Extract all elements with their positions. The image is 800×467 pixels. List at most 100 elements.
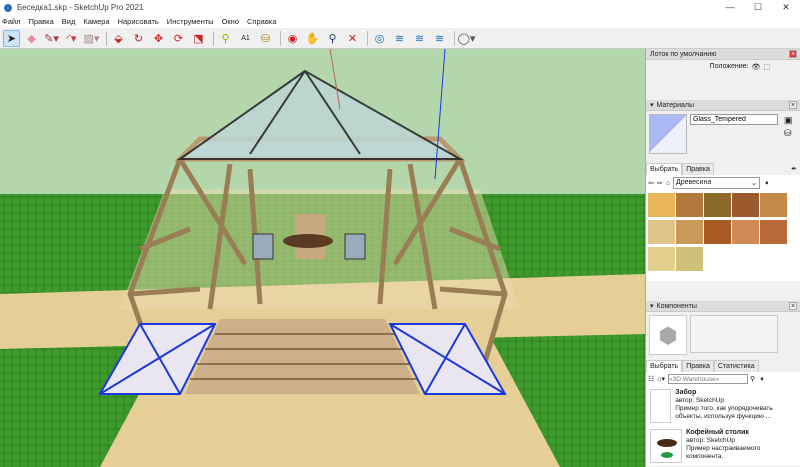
rotate-tool-icon[interactable]: ⟳	[170, 30, 187, 47]
stairs	[185, 319, 420, 394]
pan-tool-icon[interactable]: ✋	[304, 30, 321, 47]
toolbar-divider	[213, 30, 214, 46]
create-material-icon[interactable]: ▣	[784, 114, 793, 127]
extension-warehouse-icon[interactable]: ≋	[391, 30, 408, 47]
menu-help[interactable]: Справка	[247, 17, 276, 26]
material-name-input[interactable]	[690, 114, 778, 125]
materials-header[interactable]: ▾ Материалы ×	[646, 100, 800, 111]
material-swatch[interactable]	[704, 220, 731, 244]
material-swatch[interactable]	[648, 247, 675, 271]
orbit-tool-icon[interactable]: ◉	[284, 30, 301, 47]
push-pull-tool-icon[interactable]: ⬙	[110, 30, 127, 47]
material-swatch[interactable]	[760, 193, 787, 217]
components-close-button[interactable]: ×	[789, 302, 797, 310]
view-options-icon[interactable]: ☷	[648, 375, 654, 383]
components-tabs: Выбрать Правка Статистика	[646, 360, 800, 372]
tray-title: Лоток по умолчанию	[650, 50, 717, 58]
tray-close-button[interactable]: ×	[789, 50, 797, 58]
material-swatch[interactable]	[704, 193, 731, 217]
scale-tool-icon[interactable]: ⬔	[190, 30, 207, 47]
toolbar-divider	[454, 30, 455, 46]
tab-components-statistics[interactable]: Статистика	[713, 360, 759, 372]
warehouse-search-input[interactable]	[668, 374, 749, 384]
home-icon[interactable]: ⌂▾	[657, 375, 665, 383]
paint-icon[interactable]: ⛁	[784, 127, 793, 140]
component-desc: Пример того, как упорядочивать объекты, …	[675, 405, 773, 420]
tray-position-row: Положение: 👁 ⬚	[646, 60, 800, 100]
account-icon[interactable]: ◯▾	[458, 30, 476, 47]
default-tray: Лоток по умолчанию × Положение: 👁 ⬚ ▾ Мат…	[645, 49, 800, 467]
component-cubes-icon: ⬢	[649, 315, 687, 355]
materials-nav: ⇦ ⇨ ⌂ Древесина ⌄ ➧	[646, 175, 800, 191]
material-swatch[interactable]	[676, 193, 703, 217]
close-button[interactable]: ✕	[772, 2, 800, 13]
paint-bucket-tool-icon[interactable]: ⛁	[257, 30, 274, 47]
extension-manager-icon[interactable]: ≋	[431, 30, 448, 47]
coffee-table-thumbnail	[650, 429, 683, 463]
menu-bar: Файл Правка Вид Камера Нарисовать Инстру…	[0, 15, 800, 28]
maximize-button[interactable]: ☐	[744, 2, 772, 13]
component-list-item[interactable]: Кофейный столик автор: SketchUp Пример нас…	[646, 426, 800, 466]
minimize-button[interactable]: —	[716, 2, 744, 13]
eraser-tool-icon[interactable]: ◆	[23, 30, 40, 47]
forward-icon[interactable]: ⇨	[657, 179, 663, 187]
material-swatch[interactable]	[760, 220, 787, 244]
library-select[interactable]: Древесина ⌄	[672, 177, 760, 189]
home-icon[interactable]: ⌂	[666, 180, 670, 187]
material-swatch[interactable]	[648, 220, 675, 244]
menu-draw[interactable]: Нарисовать	[118, 17, 159, 26]
zoom-tool-icon[interactable]: ⚲	[324, 30, 341, 47]
arc-tool-icon[interactable]: ◜▾	[63, 30, 80, 47]
search-icon[interactable]: ⚲	[750, 375, 755, 383]
select-tool-icon[interactable]: ➤	[3, 29, 20, 47]
tab-materials-select[interactable]: Выбрать	[646, 163, 683, 175]
zoom-extents-tool-icon[interactable]: ✕	[344, 30, 361, 47]
toolbar: ➤ ◆ ✎▾ ◜▾ ▨▾ ⬙ ↻ ✥ ⟳ ⬔ ⚲ A1 ⛁ ◉ ✋ ⚲ ✕ ◎ …	[0, 28, 800, 49]
menu-tools[interactable]: Инструменты	[167, 17, 214, 26]
menu-camera[interactable]: Камера	[83, 17, 109, 26]
back-icon[interactable]: ⇦	[648, 179, 654, 187]
move-tool-icon[interactable]: ✥	[150, 30, 167, 47]
menu-window[interactable]: Окно	[222, 17, 239, 26]
tab-materials-edit[interactable]: Правка	[682, 163, 714, 175]
material-swatch[interactable]	[648, 193, 675, 217]
library-select-value: Древесина	[675, 179, 712, 186]
text-tool-icon[interactable]: A1	[237, 30, 254, 47]
tab-components-edit[interactable]: Правка	[682, 360, 714, 372]
component-list-item[interactable]: Забор автор: SketchUp Пример того, как упо…	[646, 386, 800, 426]
menu-view[interactable]: Вид	[62, 17, 76, 26]
menu-edit[interactable]: Правка	[28, 17, 53, 26]
chevron-down-icon: ⌄	[751, 180, 757, 187]
gazebo-model	[0, 49, 645, 467]
component-preview-row: ⬢	[646, 312, 800, 358]
component-author: автор: SketchUp	[686, 437, 735, 444]
toolbar-divider	[280, 30, 281, 46]
tab-components-select[interactable]: Выбрать	[646, 360, 683, 372]
tray-pin-icon[interactable]: ⬚	[763, 63, 770, 100]
tray-header: Лоток по умолчанию ×	[646, 49, 800, 60]
3d-viewport[interactable]	[0, 49, 645, 467]
material-swatch[interactable]	[732, 193, 759, 217]
component-name: Кофейный столик	[686, 429, 749, 436]
material-preview-row: ▣⛁	[646, 111, 800, 161]
material-swatch[interactable]	[732, 220, 759, 244]
follow-me-tool-icon[interactable]: ↻	[130, 30, 147, 47]
shape-tool-icon[interactable]: ▨▾	[83, 30, 100, 47]
fence-thumbnail	[650, 389, 672, 423]
tape-measure-tool-icon[interactable]: ⚲	[217, 30, 234, 47]
title-bar: Беседка1.skp - SketchUp Pro 2021 — ☐ ✕	[0, 0, 800, 15]
eyedropper-icon[interactable]: ✒	[788, 163, 800, 175]
components-header[interactable]: ▾ Компоненты ×	[646, 301, 800, 312]
eye-icon[interactable]: 👁	[751, 63, 760, 100]
material-swatch[interactable]	[676, 247, 703, 271]
layout-icon[interactable]: ≋	[411, 30, 428, 47]
pencil-tool-icon[interactable]: ✎▾	[43, 30, 60, 47]
menu-file[interactable]: Файл	[2, 17, 20, 26]
components-title: Компоненты	[656, 302, 697, 310]
3d-warehouse-icon[interactable]: ◎	[371, 30, 388, 47]
details-icon[interactable]: ➧	[759, 375, 765, 383]
material-swatch[interactable]	[676, 220, 703, 244]
details-icon[interactable]: ➧	[764, 179, 770, 187]
toolbar-divider	[367, 30, 368, 46]
materials-close-button[interactable]: ×	[789, 101, 797, 109]
